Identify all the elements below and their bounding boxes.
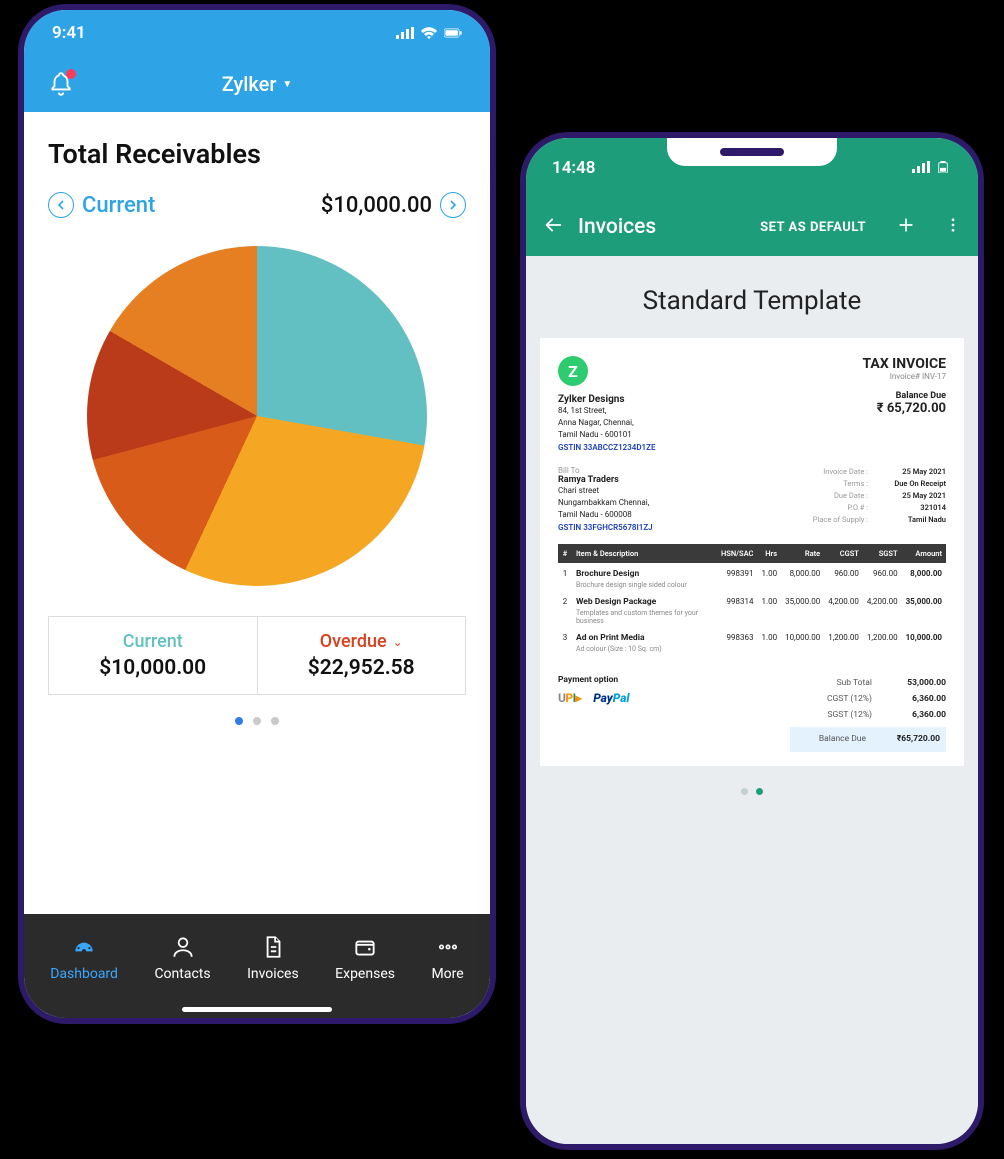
bill-to-name: Ramya Traders [558, 475, 653, 485]
notifications-button[interactable] [48, 71, 74, 97]
paypal-logo: PayPal [593, 691, 629, 705]
status-icons [396, 27, 462, 39]
add-button[interactable] [896, 215, 916, 239]
chevron-down-icon: ⌄ [393, 635, 403, 649]
page-dot-1[interactable] [741, 788, 748, 795]
summary-current-value: $10,000.00 [49, 656, 257, 680]
signal-icon [396, 27, 414, 39]
chevron-left-icon [56, 200, 66, 210]
page-dot-3[interactable] [271, 717, 279, 725]
payment-options: Payment option UPI▸ PayPal [558, 675, 630, 705]
org-switcher[interactable]: Zylker ▼ [222, 72, 293, 96]
doc-number: Invoice# INV-17 [862, 372, 946, 381]
company-gstin: GSTIN 33ABCCZ1234D1ZE [558, 443, 655, 452]
arrow-left-icon [542, 214, 564, 236]
table-row: 3Ad on Print MediaAd colour (Size : 10 S… [558, 627, 946, 655]
page-dot-1[interactable] [235, 717, 243, 725]
app-header: Invoices SET AS DEFAULT [526, 198, 978, 256]
notch [667, 138, 837, 166]
next-period-button[interactable] [440, 192, 466, 218]
signal-icon [912, 161, 930, 173]
notification-dot [66, 69, 76, 79]
status-icons [912, 158, 952, 178]
page-dot-2[interactable] [253, 717, 261, 725]
wallet-icon [352, 934, 378, 960]
period-label: Current [82, 193, 155, 218]
dashboard-body: Total Receivables Current $10,000.00 Cur… [24, 112, 490, 725]
items-table: # Item & Description HSN/SAC Hrs Rate CG… [558, 544, 946, 655]
back-button[interactable] [542, 214, 564, 240]
upi-logo: UPI▸ [558, 691, 581, 705]
doc-title: TAX INVOICE [862, 356, 946, 372]
summary-current[interactable]: Current $10,000.00 [49, 617, 257, 694]
tab-invoices[interactable]: Invoices [247, 934, 299, 982]
more-icon [435, 934, 461, 960]
tab-label: Invoices [247, 966, 299, 982]
balance-due-value: ₹ 65,720.00 [862, 401, 946, 416]
wifi-icon [420, 27, 438, 39]
phone-ios-dashboard: 9:41 Zylker ▼ Total Receivables Current [18, 4, 496, 1024]
company-name: Zylker Designs [558, 394, 655, 405]
document-icon [260, 934, 286, 960]
prev-period-button[interactable] [48, 192, 74, 218]
bill-to-block: Bill To Ramya Traders Chari street Nunga… [558, 466, 653, 532]
totals-block: Sub Total53,000.00 CGST (12%)6,360.00 SG… [790, 675, 946, 752]
template-body: Standard Template Z Zylker Designs 84, 1… [526, 256, 978, 1144]
org-name: Zylker [222, 72, 277, 96]
tab-label: Contacts [154, 966, 210, 982]
tab-contacts[interactable]: Contacts [154, 934, 210, 982]
status-time: 14:48 [552, 158, 595, 178]
phone-android-invoices: 14:48 Invoices SET AS DEFAULT Standard T… [520, 132, 984, 1150]
summary-overdue-label: Overdue [320, 631, 387, 652]
person-icon [170, 934, 196, 960]
card-title: Total Receivables [48, 138, 466, 170]
tab-label: More [431, 966, 463, 982]
tab-dashboard[interactable]: Dashboard [50, 934, 118, 982]
header-title: Invoices [578, 215, 746, 239]
chevron-right-icon [448, 200, 458, 210]
tab-label: Expenses [335, 966, 395, 982]
period-row: Current $10,000.00 [48, 192, 466, 218]
tab-bar: Dashboard Contacts Invoices Expenses Mor… [24, 914, 490, 1018]
invoice-meta: Invoice Date :25 May 2021 Terms :Due On … [798, 466, 946, 532]
overflow-menu-button[interactable] [944, 215, 962, 239]
page-indicator [48, 717, 466, 725]
company-logo: Z [558, 356, 588, 386]
set-as-default-button[interactable]: SET AS DEFAULT [760, 220, 866, 235]
page-dot-2[interactable] [756, 788, 763, 795]
summary-overdue-value: $22,952.58 [258, 656, 466, 680]
gauge-icon [71, 934, 97, 960]
table-row: 1Brochure DesignBrochure design single s… [558, 563, 946, 591]
more-vertical-icon [944, 215, 962, 235]
summary-overdue[interactable]: Overdue ⌄ $22,952.58 [257, 617, 466, 694]
tab-more[interactable]: More [431, 934, 463, 982]
summary-box: Current $10,000.00 Overdue ⌄ $22,952.58 [48, 616, 466, 695]
chevron-down-icon: ▼ [282, 79, 292, 90]
status-time: 9:41 [52, 23, 86, 43]
period-amount: $10,000.00 [321, 193, 432, 218]
receivables-pie-chart [87, 246, 427, 586]
tab-expenses[interactable]: Expenses [335, 934, 395, 982]
page-indicator [540, 788, 964, 795]
tab-label: Dashboard [50, 966, 118, 982]
bill-to-gstin: GSTIN 33FGHCR5678I1ZJ [558, 523, 653, 532]
invoice-preview[interactable]: Z Zylker Designs 84, 1st Street, Anna Na… [540, 338, 964, 766]
balance-due-label: Balance Due [862, 391, 946, 401]
company-address: 84, 1st Street, Anna Nagar, Chennai, Tam… [558, 405, 655, 441]
status-bar: 9:41 [24, 10, 490, 56]
template-title: Standard Template [540, 286, 964, 316]
plus-icon [896, 215, 916, 235]
app-header: Zylker ▼ [24, 56, 490, 112]
summary-current-label: Current [49, 631, 257, 652]
battery-icon [934, 161, 952, 173]
table-row: 2Web Design PackageTemplates and custom … [558, 591, 946, 627]
home-indicator[interactable] [182, 1007, 332, 1012]
battery-icon [444, 27, 462, 39]
